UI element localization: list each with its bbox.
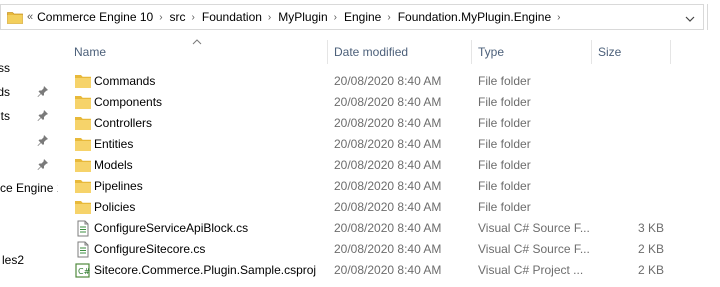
chevron-right-icon[interactable]: › <box>334 12 337 23</box>
breadcrumb-segment[interactable]: MyPlugin <box>278 10 327 24</box>
file-row[interactable]: Models 20/08/2020 8:40 AM File folder <box>66 155 720 176</box>
breadcrumb-segment[interactable]: Foundation <box>202 10 262 24</box>
file-type: File folder <box>478 137 531 151</box>
file-row[interactable]: ConfigureSitecore.cs 20/08/2020 8:40 AM … <box>66 239 720 260</box>
file-date: 20/08/2020 8:40 AM <box>334 242 442 256</box>
breadcrumb-segment-current[interactable]: Foundation.MyPlugin.Engine <box>398 10 551 24</box>
nav-item[interactable] <box>0 130 58 152</box>
folder-icon <box>74 178 92 195</box>
nav-item-label: nts <box>0 109 10 123</box>
address-bar[interactable]: « Commerce Engine 10 › src › Foundation … <box>0 4 704 30</box>
chevron-right-icon[interactable]: › <box>387 12 390 23</box>
nav-item-label: les2 <box>1 253 24 267</box>
file-date: 20/08/2020 8:40 AM <box>334 158 442 172</box>
file-name: Components <box>94 95 163 109</box>
file-type: File folder <box>478 95 531 109</box>
sort-ascending-icon <box>192 34 202 48</box>
folder-icon <box>74 73 92 90</box>
file-name: ConfigureServiceApiBlock.cs <box>94 221 249 235</box>
file-size: 2 KB <box>637 242 664 256</box>
file-row[interactable]: Commands 20/08/2020 8:40 AM File folder <box>66 71 720 92</box>
csharp-file-icon <box>74 220 92 237</box>
pin-icon <box>37 109 49 124</box>
file-row[interactable]: Entities 20/08/2020 8:40 AM File folder <box>66 134 720 155</box>
file-name: Controllers <box>94 116 153 130</box>
nav-item[interactable]: ss <box>0 57 58 79</box>
file-date: 20/08/2020 8:40 AM <box>334 200 442 214</box>
nav-item[interactable]: nts <box>0 105 58 127</box>
file-row[interactable]: ConfigureServiceApiBlock.cs 20/08/2020 8… <box>66 218 720 239</box>
folder-icon <box>74 136 92 153</box>
file-row[interactable]: Policies 20/08/2020 8:40 AM File folder <box>66 197 720 218</box>
file-type: File folder <box>478 200 531 214</box>
breadcrumb-segment[interactable]: src <box>170 10 186 24</box>
file-type: File folder <box>478 116 531 130</box>
breadcrumb: « Commerce Engine 10 › src › Foundation … <box>27 5 567 29</box>
file-date: 20/08/2020 8:40 AM <box>334 263 442 277</box>
file-type: Visual C# Source F... <box>478 242 590 256</box>
nav-item[interactable]: ds <box>0 81 58 103</box>
column-divider[interactable] <box>670 40 671 64</box>
file-date: 20/08/2020 8:40 AM <box>334 179 442 193</box>
csharp-file-icon <box>74 241 92 258</box>
nav-item-label: ds <box>0 85 10 99</box>
address-history-dropdown-icon[interactable] <box>685 12 695 26</box>
file-name: Models <box>94 158 133 172</box>
nav-item-label: ss <box>0 61 10 75</box>
file-row[interactable]: C# Sitecore.Commerce.Plugin.Sample.cspro… <box>66 260 720 281</box>
file-date: 20/08/2020 8:40 AM <box>334 95 442 109</box>
file-size: 2 KB <box>637 263 664 277</box>
folder-icon <box>74 94 92 111</box>
folder-icon <box>7 10 23 27</box>
file-type: Visual C# Project ... <box>478 263 584 277</box>
file-name: Policies <box>94 200 136 214</box>
file-name: ConfigureSitecore.cs <box>94 242 206 256</box>
pin-icon <box>37 158 49 173</box>
file-type: Visual C# Source F... <box>478 221 590 235</box>
file-type: File folder <box>478 179 531 193</box>
file-name: Sitecore.Commerce.Plugin.Sample.csproj <box>94 263 317 277</box>
column-divider[interactable] <box>591 40 592 64</box>
nav-item[interactable]: les2 <box>0 249 58 271</box>
chevron-right-icon[interactable]: › <box>192 12 195 23</box>
breadcrumb-overflow-button[interactable]: « <box>27 11 33 23</box>
refresh-button[interactable] <box>707 4 720 30</box>
column-header-size[interactable]: Size <box>598 45 621 59</box>
file-name: Entities <box>94 137 134 151</box>
breadcrumb-segment[interactable]: Engine <box>344 10 381 24</box>
file-date: 20/08/2020 8:40 AM <box>334 137 442 151</box>
file-type: File folder <box>478 74 531 88</box>
file-row[interactable]: Pipelines 20/08/2020 8:40 AM File folder <box>66 176 720 197</box>
folder-icon <box>74 199 92 216</box>
pin-icon <box>37 134 49 149</box>
file-name: Pipelines <box>94 179 143 193</box>
file-size: 3 KB <box>637 221 664 235</box>
pin-icon <box>37 85 49 100</box>
breadcrumb-segment[interactable]: Commerce Engine 10 <box>37 10 153 24</box>
chevron-right-icon[interactable]: › <box>159 12 162 23</box>
column-header-type[interactable]: Type <box>478 45 504 59</box>
column-header-name[interactable]: Name <box>74 45 106 59</box>
file-type: File folder <box>478 158 531 172</box>
navigation-pane[interactable]: ss ds nts ce Engine 1 les2 <box>0 40 58 287</box>
file-date: 20/08/2020 8:40 AM <box>334 221 442 235</box>
nav-item[interactable] <box>0 154 58 176</box>
column-divider[interactable] <box>327 40 328 64</box>
column-header-date-modified[interactable]: Date modified <box>334 45 408 59</box>
file-date: 20/08/2020 8:40 AM <box>334 74 442 88</box>
folder-icon <box>74 157 92 174</box>
nav-item-label: ce Engine 1 <box>0 181 58 195</box>
folder-icon <box>74 115 92 132</box>
file-row[interactable]: Components 20/08/2020 8:40 AM File folde… <box>66 92 720 113</box>
csproj-file-icon: C# <box>74 262 92 279</box>
file-date: 20/08/2020 8:40 AM <box>334 116 442 130</box>
column-header-row: Name Date modified Type Size <box>66 39 720 64</box>
chevron-right-icon[interactable]: › <box>268 12 271 23</box>
chevron-right-icon[interactable]: › <box>557 12 560 23</box>
column-divider[interactable] <box>471 40 472 64</box>
svg-text:C#: C# <box>78 267 91 276</box>
file-row[interactable]: Controllers 20/08/2020 8:40 AM File fold… <box>66 113 720 134</box>
file-name: Commands <box>94 74 156 88</box>
nav-item[interactable]: ce Engine 1 <box>0 177 58 199</box>
